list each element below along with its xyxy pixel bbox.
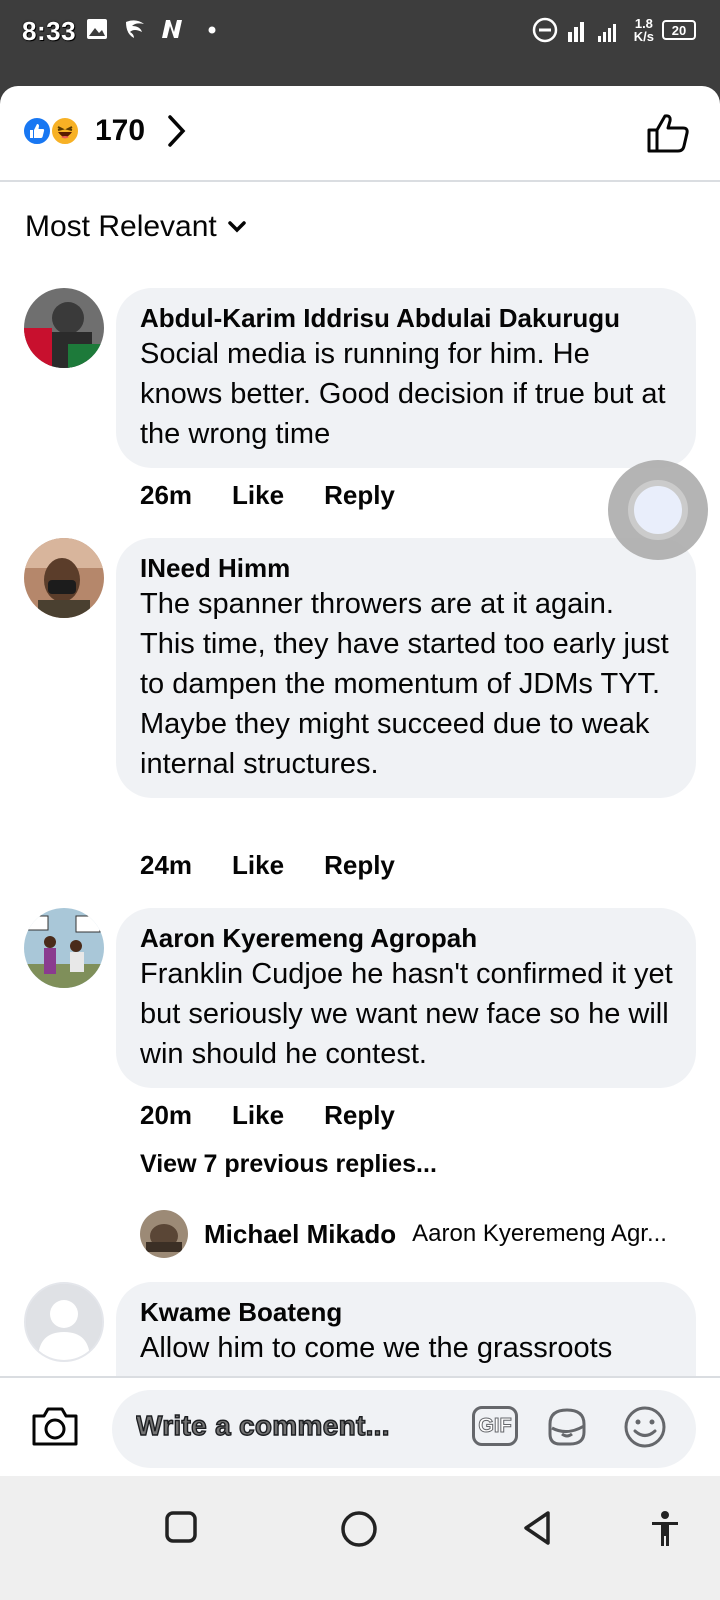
battery-icon: 20: [662, 20, 696, 40]
comment-bubble[interactable]: Aaron Kyeremeng Agropah Franklin Cudjoe …: [116, 908, 696, 1088]
status-bar: 8:33 1.8 K/s 20: [0, 0, 720, 86]
reaction-count[interactable]: 170: [95, 114, 145, 148]
avatar[interactable]: [140, 1210, 188, 1258]
system-nav-bar: [0, 1476, 720, 1600]
comment-time: 26m: [140, 480, 193, 510]
comment-text: The spanner throwers are at it again. Th…: [140, 588, 669, 780]
comment-actions: 24m Like Reply: [140, 850, 395, 881]
avatar[interactable]: [24, 288, 104, 368]
floating-assist-inner: [628, 480, 688, 540]
gif-button[interactable]: GIF: [472, 1406, 518, 1446]
status-right: 1.8 K/s 20: [532, 16, 696, 44]
comment-time: 24m: [140, 850, 193, 880]
reply-button[interactable]: Reply: [324, 480, 395, 511]
reply-text: Aaron Kyeremeng Agr...: [412, 1220, 667, 1247]
netflix-icon: [162, 20, 182, 38]
sticker-icon[interactable]: [542, 1402, 592, 1452]
network-speed: 1.8 K/s: [634, 17, 654, 43]
like-post-button[interactable]: [646, 112, 690, 154]
chevron-down-icon: [228, 221, 246, 233]
gif-label: GIF: [478, 1414, 512, 1437]
dnd-icon: [532, 17, 558, 43]
like-reaction-icon: [22, 116, 52, 146]
comment-time: 20m: [140, 1100, 193, 1130]
like-button[interactable]: Like: [232, 480, 284, 511]
comment-input[interactable]: [136, 1410, 456, 1442]
comment-actions: 26m Like Reply: [140, 480, 395, 511]
status-time: 8:33: [22, 16, 77, 46]
like-button[interactable]: Like: [232, 850, 284, 881]
reactions-bar[interactable]: 170: [0, 86, 720, 182]
comment-bubble[interactable]: Abdul-Karim Iddrisu Abdulai Dakurugu Soc…: [116, 288, 696, 468]
sort-label: Most Relevant: [25, 210, 217, 243]
haha-reaction-icon: [50, 116, 80, 146]
comment-author[interactable]: Kwame Boateng: [140, 1296, 674, 1328]
back-button[interactable]: [520, 1510, 554, 1546]
comment-text: Social media is running for him. He know…: [140, 338, 666, 450]
avatar[interactable]: [24, 538, 104, 618]
battery-level: 20: [671, 22, 687, 38]
reply-preview[interactable]: Michael Mikado Aaron Kyeremeng Agr...: [140, 1210, 710, 1258]
dot-icon: [208, 26, 216, 34]
like-button[interactable]: Like: [232, 1100, 284, 1131]
avatar[interactable]: [24, 1282, 104, 1362]
camera-icon[interactable]: [30, 1404, 80, 1448]
comment-text: Allow him to come we the grassroots: [140, 1332, 613, 1364]
home-button[interactable]: [340, 1510, 378, 1548]
gallery-icon: [87, 19, 107, 39]
reply-button[interactable]: Reply: [324, 850, 395, 881]
app-icon: [126, 20, 144, 38]
emoji-icon[interactable]: [620, 1402, 670, 1452]
comment-author[interactable]: Aaron Kyeremeng Agropah: [140, 922, 674, 954]
reply-author[interactable]: Michael Mikado: [204, 1219, 396, 1250]
comment-composer: GIF: [0, 1376, 720, 1476]
network-speed-unit: K/s: [633, 29, 654, 44]
accessibility-icon[interactable]: [650, 1510, 680, 1548]
comment-author[interactable]: Abdul-Karim Iddrisu Abdulai Dakurugu: [140, 302, 674, 334]
comment-author[interactable]: INeed Himm: [140, 552, 674, 584]
chevron-right-icon[interactable]: [166, 114, 188, 148]
sort-dropdown[interactable]: Most Relevant: [25, 210, 247, 244]
floating-assist-button[interactable]: [608, 460, 708, 560]
view-previous-replies[interactable]: View 7 previous replies...: [140, 1150, 437, 1179]
reply-button[interactable]: Reply: [324, 1100, 395, 1131]
comment-actions: 20m Like Reply: [140, 1100, 395, 1131]
signal-icon: [567, 22, 616, 42]
avatar[interactable]: [24, 908, 104, 988]
comment-input-container[interactable]: GIF: [112, 1390, 696, 1468]
comments-sheet: 170 Most Relevant Abdul-Karim Iddrisu Ab…: [0, 86, 720, 1476]
comment-bubble[interactable]: INeed Himm The spanner throwers are at i…: [116, 538, 696, 798]
recents-button[interactable]: [164, 1510, 198, 1544]
comment-text: Franklin Cudjoe he hasn't confirmed it y…: [140, 958, 673, 1070]
